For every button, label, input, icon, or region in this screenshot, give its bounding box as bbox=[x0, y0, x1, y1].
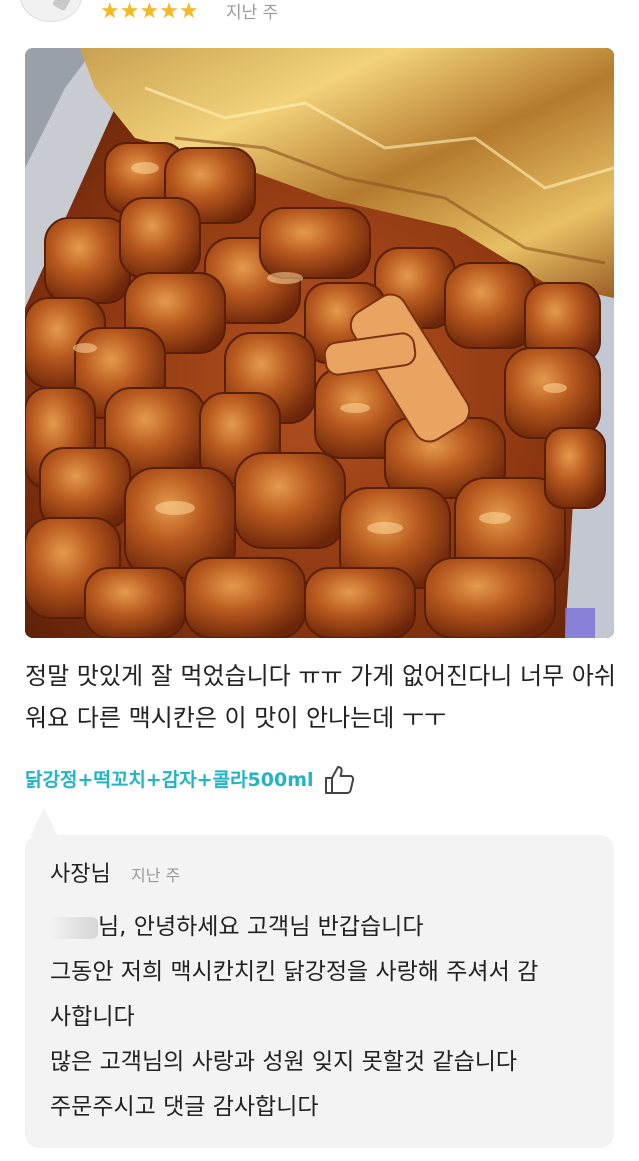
reply-line: 주문주시고 댓글 감사합니다 bbox=[50, 1094, 319, 1120]
review-text: 정말 맛있게 잘 먹었습니다 ㅠㅠ 가게 없어진다니 너무 아쉬워요 다른 맥시… bbox=[25, 662, 616, 732]
blurred-customer-name bbox=[50, 916, 98, 939]
reply-line: 님, 안녕하세요 고객님 반갑습니다 bbox=[50, 905, 595, 950]
owner-reply: 사장님 지난 주 님, 안녕하세요 고객님 반갑습니다 그동안 저희 맥시칸치킨… bbox=[25, 835, 614, 1148]
avatar[interactable] bbox=[20, 0, 82, 22]
ordered-menu: 닭강정+떡꼬치+감자+콜라500ml bbox=[25, 762, 356, 798]
review-date: 지난 주 bbox=[226, 3, 279, 23]
reply-line-text: 님, 안녕하세요 고객님 반갑습니다 bbox=[98, 914, 424, 940]
thumbs-up-icon[interactable] bbox=[322, 763, 356, 797]
reply-author: 사장님 bbox=[50, 862, 111, 887]
reply-line: 많은 고객님의 사랑과 성원 잊지 못할것 같습니다 bbox=[50, 1049, 518, 1075]
reply-line: 그동안 저희 맥시칸치킨 닭강정을 사랑해 주셔서 감 bbox=[50, 959, 539, 985]
star-rating: ★★★★★ bbox=[100, 0, 199, 24]
reply-body: 님, 안녕하세요 고객님 반갑습니다 그동안 저희 맥시칸치킨 닭강정을 사랑해… bbox=[50, 905, 595, 1130]
review-photo[interactable] bbox=[25, 48, 614, 638]
reply-pointer bbox=[30, 808, 58, 836]
reply-date: 지난 주 bbox=[131, 866, 181, 885]
review-header: ★★★★★ 지난 주 bbox=[0, 0, 639, 30]
reply-line: 사합니다 bbox=[50, 1004, 135, 1030]
menu-tag[interactable]: 닭강정+떡꼬치+감자+콜라500ml bbox=[25, 762, 314, 798]
